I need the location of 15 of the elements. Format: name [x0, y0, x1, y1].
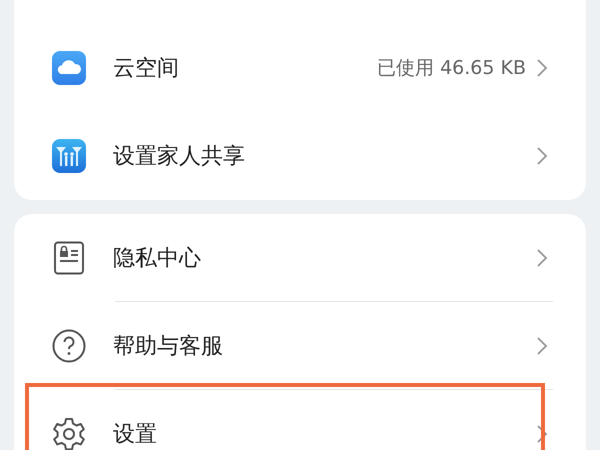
chevron-right-icon [536, 58, 548, 78]
chevron-right-icon [536, 248, 548, 268]
chevron-right-icon [536, 336, 548, 356]
menu-item-label[interactable]: 云空间 [113, 53, 378, 83]
help-icon [52, 329, 86, 363]
settings-icon [52, 417, 86, 450]
menu-item-label[interactable]: 设置 [113, 419, 536, 449]
storage-used-text: 已使用 46.65 KB [377, 56, 526, 81]
chevron-right-icon [536, 424, 548, 444]
menu-item-label[interactable]: 设置家人共享 [113, 141, 536, 171]
cloud-icon [52, 51, 86, 85]
chevron-right-icon [536, 146, 548, 166]
menu-item-label[interactable]: 隐私中心 [113, 243, 536, 273]
id-card-lock-icon [52, 241, 86, 275]
menu-item-label[interactable]: 帮助与客服 [113, 331, 536, 361]
